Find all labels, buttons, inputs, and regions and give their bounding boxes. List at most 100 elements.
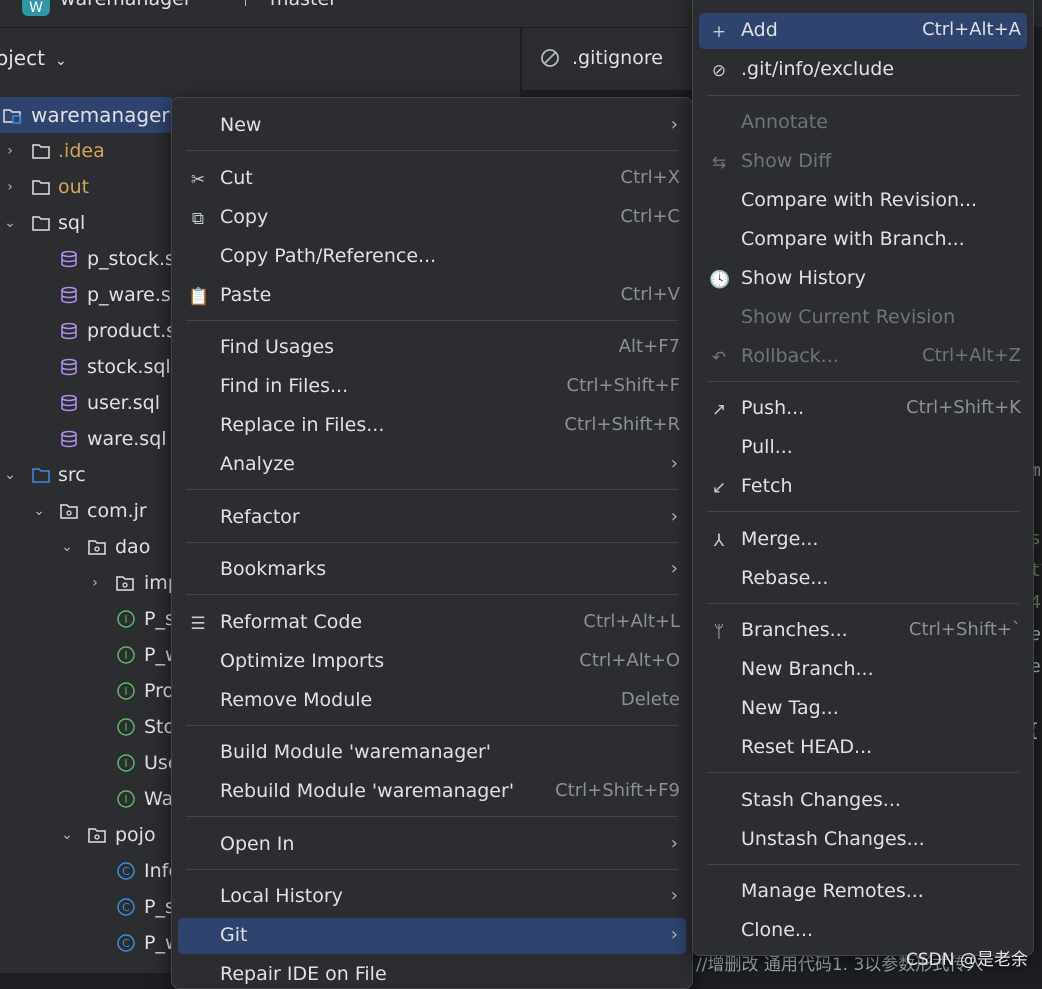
- menu-shortcut: Ctrl+Alt+Z: [922, 345, 1021, 366]
- menu-item-reset-head[interactable]: Reset HEAD...: [699, 730, 1027, 766]
- menu-item-refactor[interactable]: Refactor ›: [178, 500, 686, 536]
- chevron-right-icon[interactable]: ›: [88, 565, 102, 601]
- menu-item-compare-revision[interactable]: Compare with Revision...: [699, 183, 1027, 219]
- menu-shortcut: Ctrl+V: [620, 284, 680, 305]
- menu-label: Reformat Code: [220, 611, 363, 633]
- menu-item-new-branch[interactable]: New Branch...: [699, 652, 1027, 688]
- chevron-down-icon[interactable]: ⌄: [60, 817, 74, 853]
- menu-label: Clone...: [741, 919, 814, 941]
- menu-item-paste[interactable]: 📋 Paste Ctrl+V: [178, 278, 686, 314]
- menu-item-find-in-files[interactable]: Find in Files... Ctrl+Shift+F: [178, 369, 686, 405]
- menu-item-find-usages[interactable]: Find Usages Alt+F7: [178, 330, 686, 366]
- menu-label: Build Module 'waremanager': [220, 741, 491, 763]
- menu-item-show-current-revision[interactable]: Show Current Revision: [699, 300, 1027, 336]
- interface-icon: I: [117, 682, 135, 700]
- menu-item-analyze[interactable]: Analyze ›: [178, 447, 686, 483]
- menu-item-show-history[interactable]: 🕓 Show History: [699, 261, 1027, 297]
- svg-text:I: I: [124, 793, 127, 806]
- menu-item-copy-path[interactable]: Copy Path/Reference...: [178, 239, 686, 275]
- folder-icon: [32, 216, 50, 231]
- chevron-down-icon[interactable]: ⌄: [60, 529, 74, 565]
- menu-separator: [186, 489, 678, 490]
- menu-item-compare-branch[interactable]: Compare with Branch...: [699, 222, 1027, 258]
- menu-item-reformat-code[interactable]: ☰ Reformat Code Ctrl+Alt+L: [178, 605, 686, 641]
- chevron-right-icon: ›: [670, 924, 678, 945]
- menu-label: Bookmarks: [220, 558, 327, 580]
- menu-item-bookmarks[interactable]: Bookmarks ›: [178, 552, 686, 588]
- menu-separator: [707, 381, 1019, 382]
- menu-item-rollback[interactable]: ↶ Rollback... Ctrl+Alt+Z: [699, 339, 1027, 375]
- project-panel-title[interactable]: oject ⌄: [0, 46, 67, 70]
- folder-icon: [32, 144, 50, 159]
- menu-item-new-tag[interactable]: New Tag...: [699, 691, 1027, 727]
- menu-item-merge[interactable]: ⅄ Merge...: [699, 522, 1027, 558]
- menu-item-rebase[interactable]: Rebase...: [699, 561, 1027, 597]
- menu-shortcut: Ctrl+Shift+R: [564, 414, 680, 435]
- menu-item-branches[interactable]: ᛘ Branches... Ctrl+Shift+`: [699, 613, 1027, 649]
- menu-item-copy[interactable]: ⧉ Copy Ctrl+C: [178, 200, 686, 236]
- menu-item-clone[interactable]: Clone...: [699, 913, 1027, 949]
- menu-label: Branches...: [741, 619, 848, 641]
- tree-label: stock.sql: [87, 356, 171, 378]
- menu-item-cut[interactable]: ✂ Cut Ctrl+X: [178, 161, 686, 197]
- menu-item-local-history[interactable]: Local History ›: [178, 879, 686, 915]
- menu-item-fetch[interactable]: ↙ Fetch: [699, 469, 1027, 505]
- menu-item-build-module[interactable]: Build Module 'waremanager': [178, 735, 686, 771]
- menu-shortcut: Ctrl+Alt+L: [583, 611, 680, 632]
- push-arrow-icon: ↗: [711, 400, 727, 420]
- menu-item-unstash[interactable]: Unstash Changes...: [699, 822, 1027, 858]
- tree-label: sql: [58, 212, 86, 234]
- chevron-right-icon: ›: [670, 885, 678, 906]
- branch-name[interactable]: master: [270, 0, 337, 10]
- project-context-menu: New › ✂ Cut Ctrl+X ⧉ Copy Ctrl+C Copy Pa…: [171, 97, 693, 989]
- menu-item-remove-module[interactable]: Remove Module Delete: [178, 683, 686, 719]
- menu-item-git-exclude[interactable]: ⊘ .git/info/exclude: [699, 52, 1027, 88]
- chevron-right-icon[interactable]: ›: [3, 133, 17, 169]
- chevron-down-icon[interactable]: ⌄: [3, 457, 17, 493]
- git-submenu: + Add Ctrl+Alt+A ⊘ .git/info/exclude Ann…: [692, 0, 1034, 956]
- menu-item-annotate[interactable]: Annotate: [699, 105, 1027, 141]
- interface-icon: I: [117, 646, 135, 664]
- menu-shortcut: Ctrl+Shift+F: [566, 375, 680, 396]
- menu-item-pull[interactable]: Pull...: [699, 430, 1027, 466]
- menu-item-stash[interactable]: Stash Changes...: [699, 783, 1027, 819]
- menu-label: Show Current Revision: [741, 306, 956, 328]
- menu-item-git-add[interactable]: + Add Ctrl+Alt+A: [699, 13, 1027, 49]
- menu-shortcut: Ctrl+Alt+O: [579, 650, 680, 671]
- svg-text:I: I: [124, 613, 127, 626]
- menu-item-push[interactable]: ↗ Push... Ctrl+Shift+K: [699, 391, 1027, 427]
- class-icon: C: [117, 934, 135, 952]
- tab-gitignore[interactable]: .gitignore: [522, 28, 694, 90]
- menu-separator: [186, 542, 678, 543]
- menu-item-open-in[interactable]: Open In ›: [178, 827, 686, 863]
- project-badge[interactable]: W: [22, 0, 50, 16]
- interface-icon: I: [117, 754, 135, 772]
- menu-item-manage-remotes[interactable]: Manage Remotes...: [699, 874, 1027, 910]
- chevron-right-icon[interactable]: ›: [3, 169, 17, 205]
- svg-text:I: I: [124, 757, 127, 770]
- menu-item-replace-in-files[interactable]: Replace in Files... Ctrl+Shift+R: [178, 408, 686, 444]
- menu-label: Analyze: [220, 453, 295, 475]
- project-name[interactable]: waremanager: [60, 0, 192, 10]
- tree-item-waremanager[interactable]: waremanager: [0, 97, 172, 133]
- chevron-down-icon[interactable]: ⌄: [32, 493, 46, 529]
- project-panel-header: [0, 28, 520, 90]
- menu-item-show-diff[interactable]: ⇆ Show Diff: [699, 144, 1027, 180]
- menu-item-repair-ide[interactable]: Repair IDE on File: [178, 957, 686, 988]
- menu-item-git[interactable]: Git ›: [178, 918, 686, 954]
- chevron-down-icon[interactable]: ⌄: [3, 205, 17, 241]
- menu-separator: [707, 95, 1019, 96]
- menu-separator: [186, 150, 678, 151]
- copy-icon: ⧉: [191, 209, 205, 229]
- interface-icon: I: [117, 790, 135, 808]
- menu-item-rebuild-module[interactable]: Rebuild Module 'waremanager' Ctrl+Shift+…: [178, 774, 686, 810]
- tree-label: src: [58, 464, 86, 486]
- menu-label: Fetch: [741, 475, 793, 497]
- svg-text:I: I: [124, 649, 127, 662]
- history-icon: 🕓: [709, 270, 731, 290]
- menu-item-optimize-imports[interactable]: Optimize Imports Ctrl+Alt+O: [178, 644, 686, 680]
- menu-item-new[interactable]: New ›: [178, 108, 686, 144]
- menu-shortcut: Ctrl+X: [620, 167, 680, 188]
- tree-label: waremanager: [31, 103, 170, 127]
- menu-shortcut: Ctrl+Shift+K: [906, 397, 1021, 418]
